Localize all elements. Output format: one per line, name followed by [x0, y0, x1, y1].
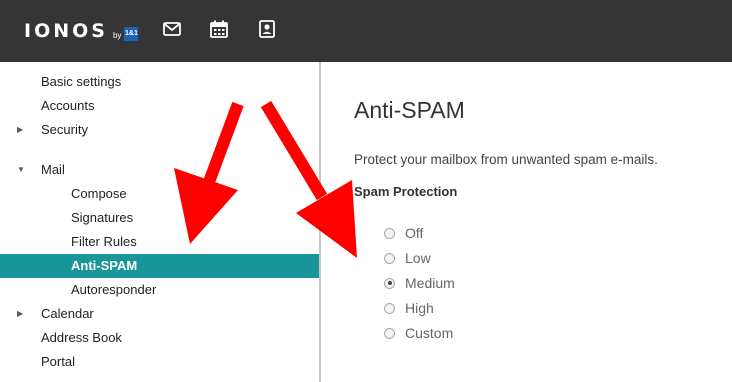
spam-option-low[interactable]: Low [384, 248, 431, 268]
radio-button[interactable] [384, 227, 395, 239]
sidebar-item-filter-rules[interactable]: Filter Rules [0, 230, 319, 254]
sidebar-item-mail[interactable]: ▼ Mail [0, 158, 319, 182]
sidebar-item-address-book[interactable]: Address Book [0, 326, 319, 350]
main-content: Anti-SPAM Protect your mailbox from unwa… [321, 62, 732, 382]
radio-button[interactable] [384, 327, 395, 339]
sidebar-item-compose[interactable]: Compose [0, 182, 319, 206]
caret-right-icon[interactable]: ▶ [17, 302, 23, 326]
sidebar-item-anti-spam[interactable]: Anti-SPAM [0, 254, 319, 278]
logo-by-text: by [112, 30, 122, 40]
radio-label: Off [405, 225, 424, 241]
sidebar-item-calendar[interactable]: ▶ Calendar [0, 302, 319, 326]
sidebar-item-basic-settings[interactable]: Basic settings [0, 70, 319, 94]
sidebar-item-security[interactable]: ▶ Security [0, 118, 319, 142]
sidebar-item-signatures[interactable]: Signatures [0, 206, 319, 230]
sidebar-item-label: Security [41, 122, 88, 137]
sidebar-item-label: Basic settings [41, 74, 122, 89]
radio-button[interactable] [384, 252, 395, 264]
caret-down-icon[interactable]: ▼ [17, 158, 25, 182]
sidebar-item-label: Compose [71, 186, 127, 201]
radio-label: Low [405, 250, 431, 266]
spam-option-off[interactable]: Off [384, 223, 423, 243]
sidebar-item-label: Calendar [41, 306, 94, 321]
sidebar-item-label: Portal [41, 354, 75, 369]
spam-protection-label: Spam Protection [354, 184, 458, 199]
radio-label: High [405, 300, 434, 316]
sidebar-item-label: Accounts [41, 98, 95, 113]
sidebar-item-label: Mail [41, 162, 65, 177]
spam-option-high[interactable]: High [384, 298, 434, 318]
sidebar-item-autoresponder[interactable]: Autoresponder [0, 278, 319, 302]
radio-button-selected[interactable] [384, 277, 395, 289]
page-title: Anti-SPAM [354, 97, 465, 123]
spam-option-custom[interactable]: Custom [384, 323, 453, 343]
sidebar-item-label: Anti-SPAM [71, 258, 138, 273]
sidebar-item-label: Address Book [41, 330, 122, 345]
logo-badge: 1&1 [124, 26, 139, 41]
radio-button[interactable] [384, 302, 395, 314]
spam-option-medium[interactable]: Medium [384, 273, 455, 293]
logo-text: IONOS [24, 20, 108, 42]
radio-label: Medium [405, 275, 455, 291]
sidebar-item-label: Filter Rules [71, 234, 137, 249]
settings-sidebar: Basic settings Accounts ▶ Security ▼ Mai… [0, 62, 321, 382]
calendar-icon[interactable] [209, 19, 229, 39]
address-book-icon[interactable] [257, 19, 277, 39]
radio-label: Custom [405, 325, 454, 341]
caret-right-icon[interactable]: ▶ [17, 118, 23, 142]
page-description: Protect your mailbox from unwanted spam … [354, 152, 658, 167]
sidebar-item-label: Autoresponder [71, 282, 157, 297]
sidebar-item-accounts[interactable]: Accounts [0, 94, 319, 118]
sidebar-item-label: Signatures [71, 210, 134, 225]
ionos-logo[interactable]: IONOS by 1&1 [24, 19, 139, 43]
sidebar-item-portal[interactable]: Portal [0, 350, 319, 374]
top-bar: IONOS by 1&1 [0, 0, 732, 62]
mail-icon[interactable] [162, 19, 182, 39]
